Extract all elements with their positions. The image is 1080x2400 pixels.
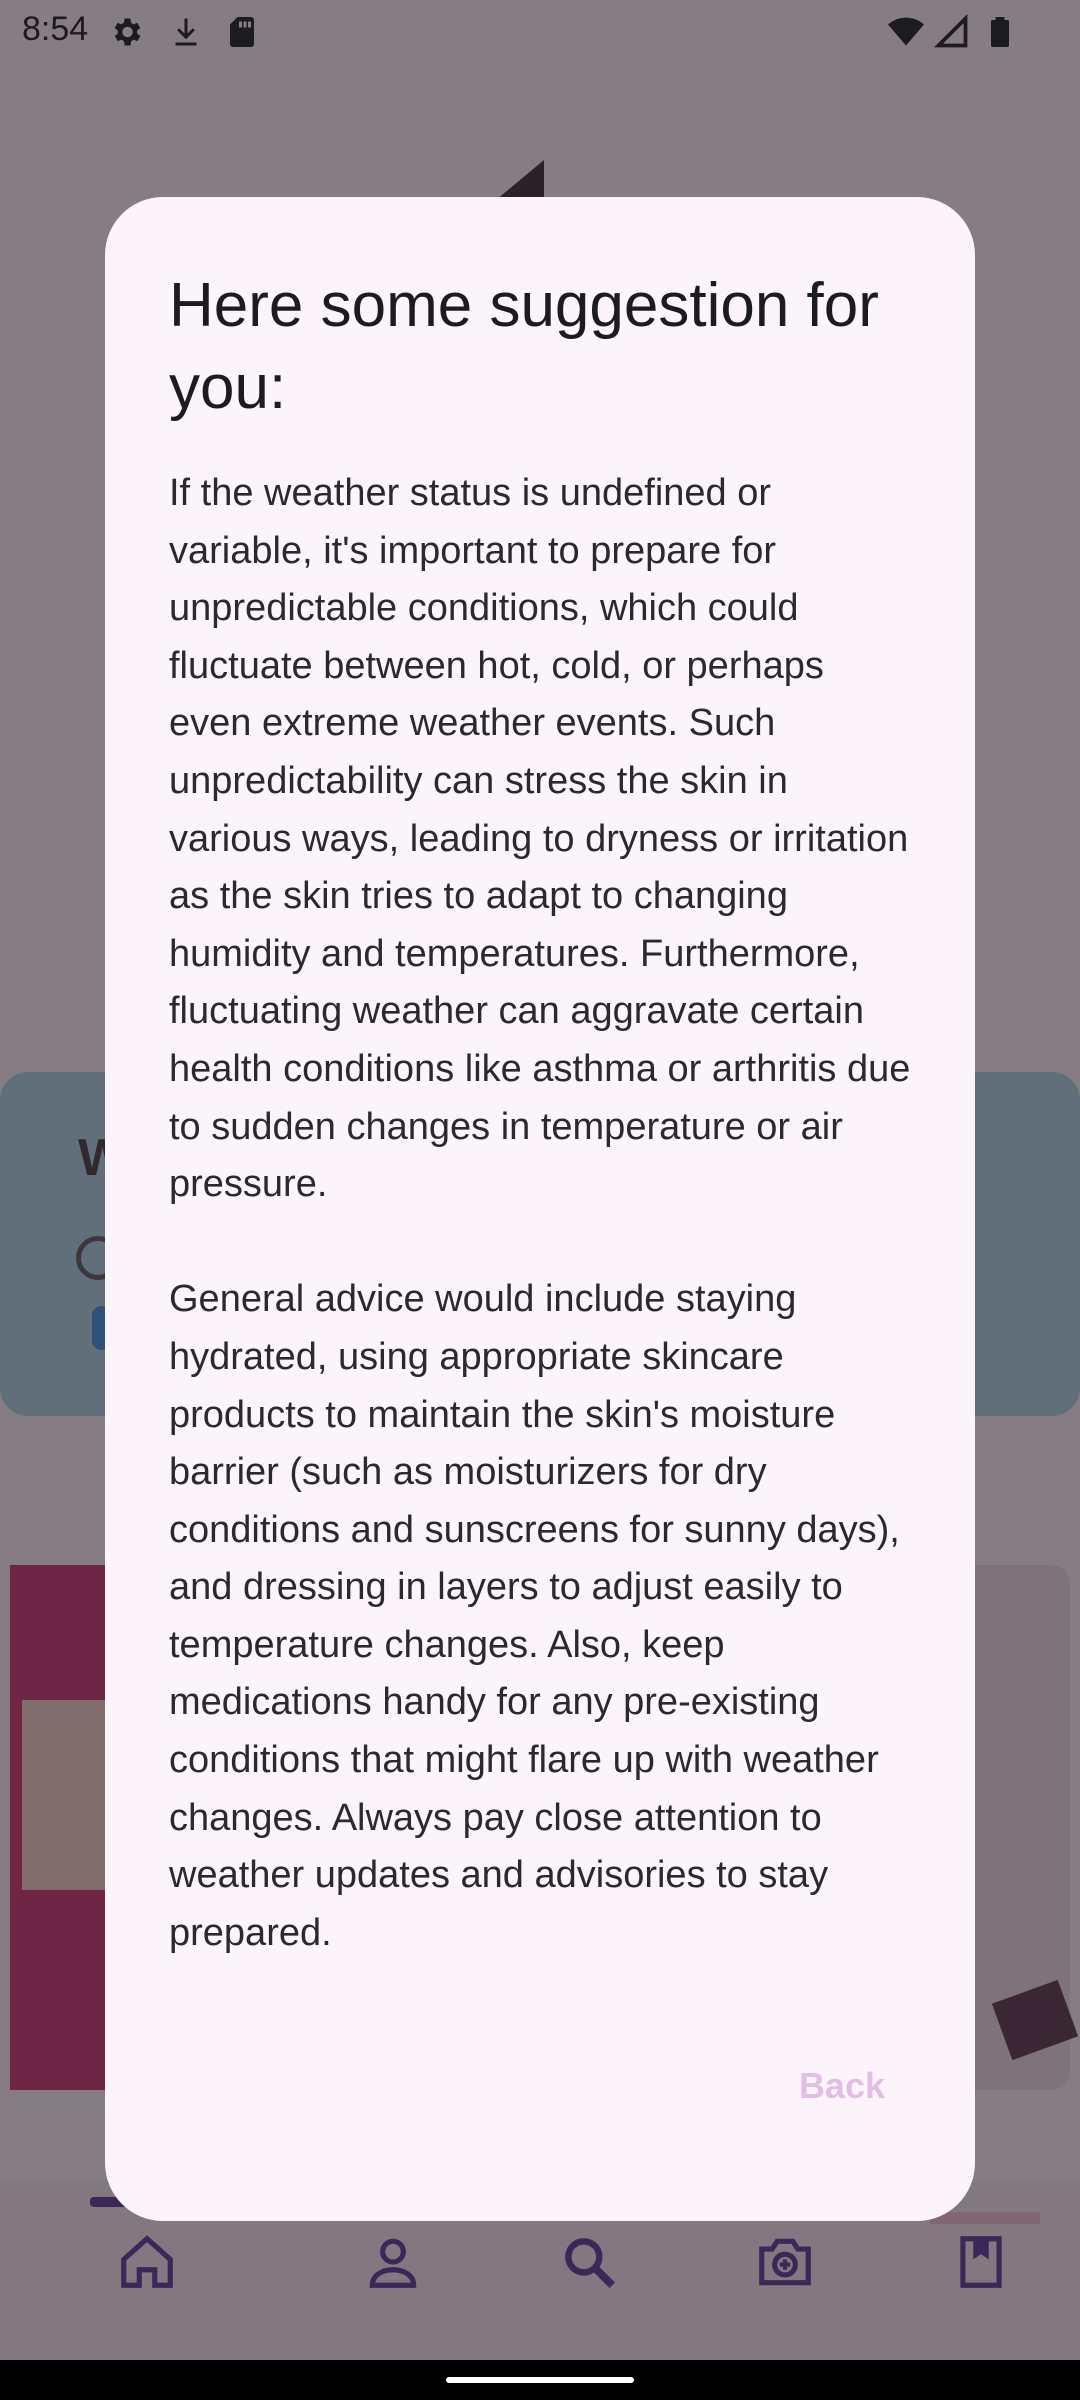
- battery-icon: [982, 14, 1018, 50]
- gear-icon: [108, 14, 144, 50]
- gesture-handle[interactable]: [446, 2377, 634, 2383]
- suggestion-dialog: Here some suggestion for you: If the wea…: [105, 197, 975, 2221]
- download-icon: [168, 14, 204, 50]
- wifi-icon: [888, 14, 924, 50]
- back-button[interactable]: Back: [799, 2065, 885, 2107]
- dialog-body-text: If the weather status is undefined or va…: [169, 472, 911, 1954]
- status-bar: 8:54: [0, 0, 1080, 64]
- status-time: 8:54: [22, 10, 89, 48]
- dialog-title: Here some suggestion for you:: [169, 271, 879, 422]
- cell-signal-icon: [933, 13, 970, 50]
- sd-card-icon: [224, 14, 260, 50]
